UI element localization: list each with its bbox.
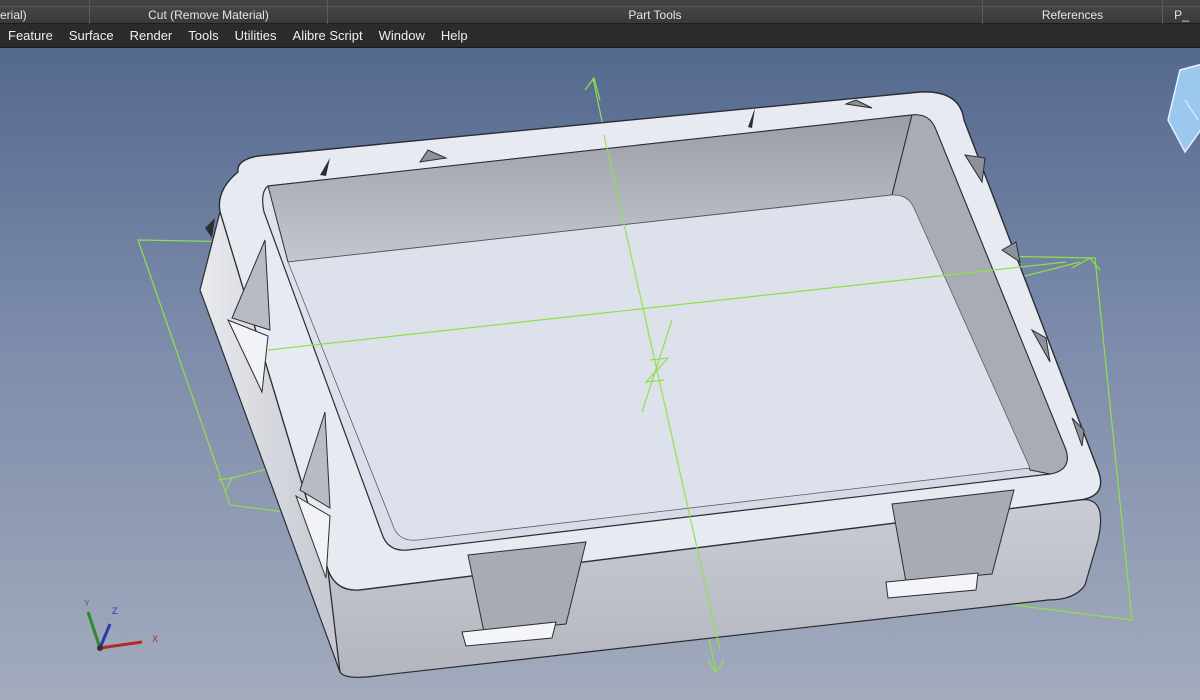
z-axis-label: Z	[112, 606, 118, 616]
3d-viewport[interactable]: Y Z X	[0, 48, 1200, 700]
ribbon-group-material[interactable]: erial)	[0, 0, 90, 24]
menu-help[interactable]: Help	[433, 24, 476, 48]
view-cube-face[interactable]	[1167, 62, 1200, 154]
z-axis-arrow	[98, 623, 112, 649]
y-axis-label: Y	[84, 598, 90, 608]
menu-window[interactable]: Window	[371, 24, 433, 48]
menu-feature[interactable]: Feature	[0, 24, 61, 48]
y-axis-arrow	[86, 611, 102, 649]
ribbon-group-cut[interactable]: Cut (Remove Material)	[90, 0, 328, 24]
menu-tools[interactable]: Tools	[180, 24, 226, 48]
triad-origin	[97, 645, 103, 651]
menu-alibre-script[interactable]: Alibre Script	[285, 24, 371, 48]
ribbon-group-references[interactable]: References	[983, 0, 1163, 24]
menu-surface[interactable]: Surface	[61, 24, 122, 48]
ribbon-group-part-tools[interactable]: Part Tools	[328, 0, 983, 24]
view-cube[interactable]	[1167, 62, 1200, 154]
x-axis-arrow	[99, 640, 143, 650]
menu-utilities[interactable]: Utilities	[227, 24, 285, 48]
ribbon-group-overflow[interactable]: P_	[1163, 0, 1200, 24]
viewport-canvas[interactable]: Y Z X	[0, 48, 1200, 700]
x-axis-label: X	[152, 634, 158, 644]
axis-triad: Y Z X	[84, 598, 158, 651]
ribbon-group-labels: erial) Cut (Remove Material) Part Tools …	[0, 0, 1200, 24]
menu-bar: Feature Surface Render Tools Utilities A…	[0, 24, 1200, 48]
menu-render[interactable]: Render	[122, 24, 181, 48]
